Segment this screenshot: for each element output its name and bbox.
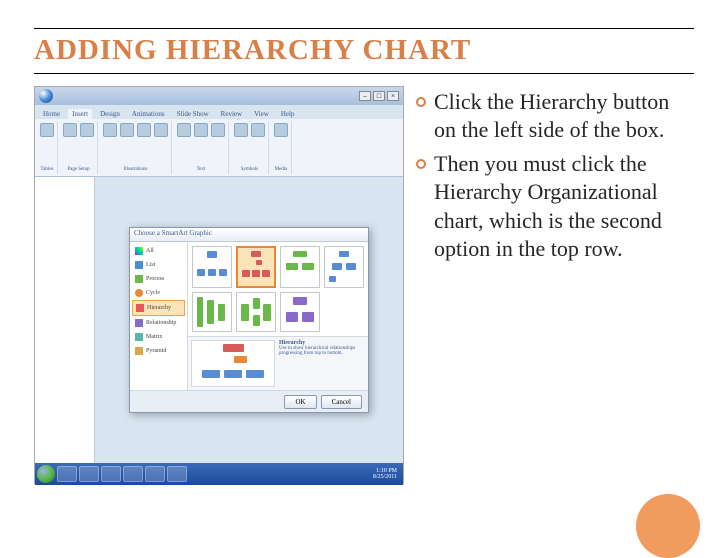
decorative-circle-icon [636, 494, 700, 558]
preview-description: Hierarchy Use to show hierarchical relat… [279, 340, 365, 387]
slide-canvas: Choose a SmartArt Graphic All List Proce… [95, 177, 403, 463]
window-titlebar: – □ × [35, 87, 403, 105]
ribbon-icon [234, 123, 248, 137]
cycle-icon [135, 289, 143, 297]
category-all: All [132, 244, 185, 258]
workspace: Choose a SmartArt Graphic All List Proce… [35, 177, 403, 463]
maximize-icon: □ [373, 91, 385, 101]
bullet-marker-icon [416, 159, 426, 169]
layout-thumb [192, 292, 232, 332]
layout-thumb [280, 246, 320, 288]
taskbar-item [123, 466, 143, 482]
category-hierarchy: Hierarchy [132, 300, 185, 316]
list-icon [135, 261, 143, 269]
hierarchy-icon [136, 304, 144, 312]
slide-title: ADDING HIERARCHY CHART [34, 34, 471, 67]
ribbon-toolbar: Tables Page Setup Illustrations Text Sym… [35, 119, 403, 177]
tab-home: Home [39, 109, 64, 119]
layout-thumb [192, 246, 232, 288]
bullet-marker-icon [416, 97, 426, 107]
tab-view: View [250, 109, 273, 119]
close-icon: × [387, 91, 399, 101]
dialog-buttons: OK Cancel [130, 390, 368, 412]
category-cycle: Cycle [132, 286, 185, 300]
bullet-item: Then you must click the Hierarchy Organi… [416, 150, 694, 263]
taskbar-item [57, 466, 77, 482]
office-orb-icon [39, 89, 53, 103]
all-icon [135, 247, 143, 255]
taskbar-item [167, 466, 187, 482]
ribbon-icon [40, 123, 54, 137]
category-pyramid: Pyramid [132, 344, 185, 358]
ribbon-icon [80, 123, 94, 137]
ribbon-icon [274, 123, 288, 137]
start-button-icon [37, 465, 55, 483]
taskbar-item [101, 466, 121, 482]
slide-content: – □ × Home Insert Design Animations Slid… [34, 86, 694, 484]
system-tray: 1:10 PM 8/25/2011 [369, 468, 401, 480]
tab-review: Review [217, 109, 246, 119]
category-relationship: Relationship [132, 316, 185, 330]
windows-taskbar: 1:10 PM 8/25/2011 [35, 463, 403, 485]
ribbon-icon [194, 123, 208, 137]
tab-slideshow: Slide Show [173, 109, 213, 119]
ribbon-icon [251, 123, 265, 137]
layout-preview: Hierarchy Use to show hierarchical relat… [188, 336, 368, 390]
ribbon-icon [63, 123, 77, 137]
ribbon-icon [177, 123, 191, 137]
bullet-list: Click the Hierarchy button on the left s… [416, 86, 694, 484]
minimize-icon: – [359, 91, 371, 101]
ribbon-icon [103, 123, 117, 137]
taskbar-item [145, 466, 165, 482]
bullet-item: Click the Hierarchy button on the left s… [416, 88, 694, 144]
slide-thumbnail-panel [35, 177, 95, 463]
process-icon [135, 275, 143, 283]
ok-button: OK [284, 395, 316, 409]
category-list: All List Process Cycle Hierarchy Relatio… [130, 242, 188, 390]
matrix-icon [135, 333, 143, 341]
window-controls: – □ × [359, 91, 399, 101]
tab-insert: Insert [68, 109, 92, 119]
category-matrix: Matrix [132, 330, 185, 344]
relationship-icon [135, 319, 143, 327]
bullet-text: Click the Hierarchy button on the left s… [434, 88, 694, 144]
layout-thumbnails [188, 242, 368, 336]
bullet-text: Then you must click the Hierarchy Organi… [434, 150, 694, 263]
preview-image [191, 340, 275, 387]
ribbon-icon [137, 123, 151, 137]
layout-thumb [236, 292, 276, 332]
divider-top [34, 28, 694, 29]
cancel-button: Cancel [321, 395, 362, 409]
ribbon-icon [154, 123, 168, 137]
ribbon-tabs: Home Insert Design Animations Slide Show… [35, 105, 403, 119]
embedded-screenshot: – □ × Home Insert Design Animations Slid… [34, 86, 404, 484]
taskbar-item [79, 466, 99, 482]
layout-thumb [324, 246, 364, 288]
tab-animations: Animations [128, 109, 169, 119]
tab-help: Help [277, 109, 299, 119]
ribbon-icon [211, 123, 225, 137]
layout-thumb [280, 292, 320, 332]
pyramid-icon [135, 347, 143, 355]
divider-bottom [34, 73, 694, 74]
category-list: List [132, 258, 185, 272]
tab-design: Design [96, 109, 124, 119]
category-process: Process [132, 272, 185, 286]
smartart-dialog: Choose a SmartArt Graphic All List Proce… [129, 227, 369, 413]
ribbon-icon [120, 123, 134, 137]
dialog-title: Choose a SmartArt Graphic [130, 228, 368, 242]
presentation-slide: ADDING HIERARCHY CHART – □ × Home Insert… [0, 0, 728, 546]
layout-thumb-selected [236, 246, 276, 288]
